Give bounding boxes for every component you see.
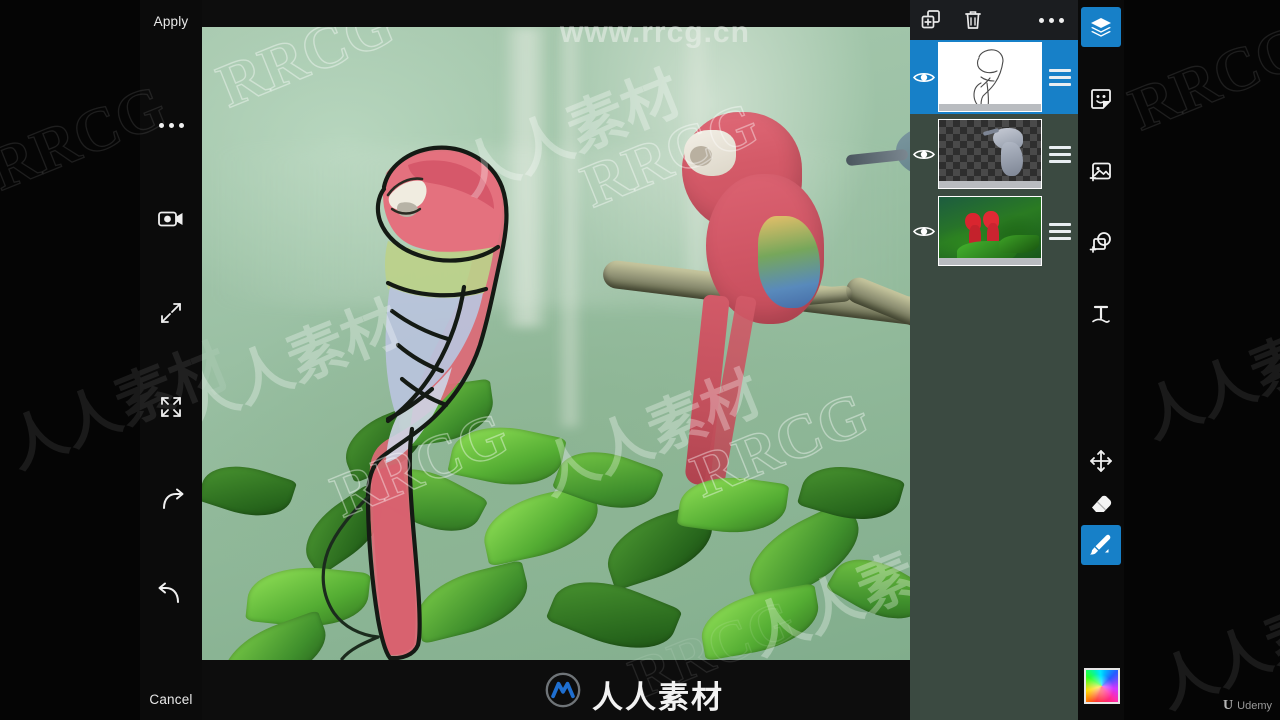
layer-row-jungle[interactable] — [910, 194, 1078, 268]
page-watermark-cjk-right2: 人人素材 — [1147, 571, 1280, 720]
layer-row-sketch[interactable] — [910, 40, 1078, 114]
layer-visibility-toggle-heron[interactable] — [910, 148, 938, 161]
fit-screen-icon[interactable] — [150, 386, 192, 428]
page-watermark-cjk-right: 人人素材 — [1132, 301, 1280, 452]
redo-icon[interactable] — [150, 480, 192, 522]
udemy-logo: U Udemy — [1223, 698, 1272, 714]
undo-icon[interactable] — [150, 574, 192, 616]
layers-icon[interactable] — [1081, 7, 1121, 47]
delete-layer-icon[interactable] — [952, 0, 994, 40]
transform-move-icon[interactable] — [1081, 441, 1121, 481]
resize-diagonal-icon[interactable] — [150, 292, 192, 334]
udemy-mark-icon: U — [1223, 698, 1234, 713]
layer-drag-handle-jungle[interactable] — [1042, 222, 1078, 240]
layer-visibility-toggle-jungle[interactable] — [910, 225, 938, 238]
brush-icon[interactable] — [1081, 525, 1121, 565]
app-root: RRCG RRCG RRCG RRCG 人人素材 人人素材 人人素材 人人素材 … — [0, 0, 1280, 720]
brand-logo-icon — [545, 672, 581, 708]
layer-drag-handle-sketch[interactable] — [1042, 68, 1078, 86]
layers-panel: Normal Opacity 57 — [910, 0, 1078, 720]
page-watermark-rrcg-right: RRCG — [1120, 12, 1280, 145]
layer-visibility-toggle-sketch[interactable] — [910, 71, 938, 84]
layer-row-heron[interactable] — [910, 117, 1078, 191]
camera-icon[interactable] — [150, 198, 192, 240]
layer-more-icon[interactable] — [1030, 0, 1072, 40]
eraser-icon[interactable] — [1081, 483, 1121, 523]
add-shape-icon[interactable] — [1081, 222, 1121, 262]
layers-toolbar — [910, 0, 1078, 40]
canvas-top-mask — [202, 0, 910, 27]
cancel-button[interactable]: Cancel — [140, 692, 202, 707]
add-image-icon[interactable] — [1081, 151, 1121, 191]
color-picker-swatch[interactable] — [1084, 668, 1120, 704]
apply-button[interactable]: Apply — [140, 14, 202, 29]
adjustments-icon[interactable] — [1081, 79, 1121, 119]
layer-drag-handle-heron[interactable] — [1042, 145, 1078, 163]
canvas-photo-layer: RRCG RRCG RRCG RRCG 人人素材 人人素材 人人素材 人人素材 — [202, 27, 910, 660]
more-options-icon[interactable] — [150, 104, 192, 146]
user-sketch-layer — [321, 145, 509, 660]
layer-thumbnail-sketch[interactable] — [938, 42, 1042, 112]
layer-thumbnail-heron[interactable] — [938, 119, 1042, 189]
brand-name: 人人素材 — [592, 680, 724, 716]
drawing-canvas[interactable]: RRCG RRCG RRCG RRCG 人人素材 人人素材 人人素材 人人素材 — [202, 27, 910, 660]
text-tool-icon[interactable] — [1081, 294, 1121, 334]
left-toolbar: Apply Cancel — [140, 0, 202, 720]
layer-thumbnail-jungle[interactable] — [938, 196, 1042, 266]
udemy-label: Udemy — [1237, 700, 1272, 712]
right-tool-rail — [1078, 0, 1124, 720]
add-layer-icon[interactable] — [910, 0, 952, 40]
